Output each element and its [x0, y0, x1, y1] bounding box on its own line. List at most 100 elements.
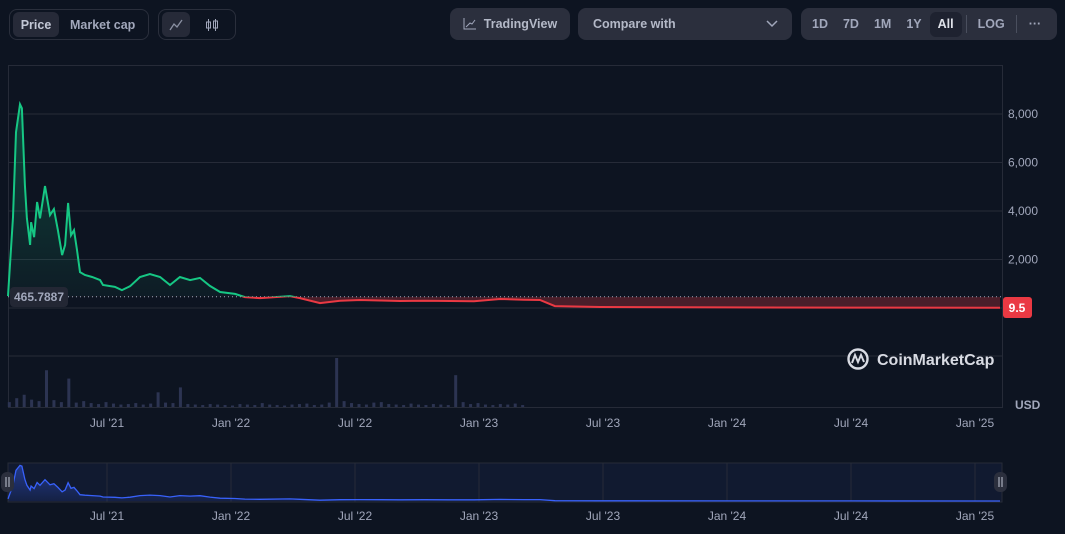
volume-bar [216, 404, 220, 407]
volume-bar [312, 405, 316, 407]
volume-bar [89, 403, 93, 407]
navigator-tick-label: Jan '24 [708, 509, 747, 523]
x-tick-label: Jul '23 [586, 416, 621, 430]
y-tick-label: 4,000 [1008, 204, 1038, 218]
volume-bar [297, 404, 301, 407]
y-tick-label: 2,000 [1008, 253, 1038, 267]
volume-bar [74, 402, 78, 407]
volume-bar [231, 405, 234, 407]
volume-bar [327, 402, 331, 407]
volume-bar [82, 401, 86, 407]
navigator-tick-label: Jul '21 [90, 509, 125, 523]
volume-bar [149, 403, 153, 407]
volume-bar [104, 402, 108, 407]
navigator-tick-label: Jul '24 [834, 509, 869, 523]
volume-bars [7, 358, 525, 407]
volume-bar [498, 404, 502, 407]
volume-bar [379, 402, 383, 407]
volume-bar [111, 403, 115, 407]
volume-bar [141, 404, 145, 407]
volume-bar [506, 404, 510, 407]
volume-bar [126, 404, 130, 407]
volume-bar [260, 403, 264, 407]
volume-bar [290, 404, 294, 407]
x-tick-label: Jan '22 [212, 416, 251, 430]
volume-bar [469, 404, 473, 407]
volume-bar [223, 405, 227, 407]
volume-bar [409, 403, 413, 407]
x-tick-label: Jul '21 [90, 416, 125, 430]
volume-bar [491, 405, 495, 407]
volume-bar [320, 404, 324, 407]
volume-bar [7, 402, 11, 407]
volume-bar [446, 405, 450, 407]
volume-bar [364, 404, 368, 407]
volume-bar [394, 404, 398, 407]
baseline-value: 465.7887 [14, 290, 64, 304]
range-navigator[interactable]: Jul '21 Jan '22 Jul '22 Jan '23 Jul '23 Jan '… [1, 462, 1007, 523]
navigator-tick-label: Jan '22 [212, 509, 251, 523]
volume-bar [357, 404, 361, 407]
volume-bar [424, 405, 428, 407]
y-tick-label: 8,000 [1008, 107, 1038, 121]
volume-bar [37, 401, 41, 407]
volume-bar [134, 403, 138, 407]
volume-bar [45, 370, 48, 407]
volume-bar [245, 404, 249, 407]
volume-bar [268, 404, 272, 407]
current-price-value: 9.5 [1009, 301, 1026, 315]
current-price-label: 9.5 [1003, 297, 1032, 318]
coinmarketcap-logo-icon [847, 348, 869, 370]
volume-bar [513, 403, 517, 407]
x-tick-label: Jan '25 [956, 416, 995, 430]
grid-lines [8, 113, 1002, 357]
volume-bar [387, 404, 391, 407]
volume-bar [476, 403, 480, 407]
volume-bar [186, 404, 190, 407]
x-tick-label: Jan '24 [708, 416, 747, 430]
price-area-up [8, 104, 293, 297]
volume-bar [30, 399, 34, 407]
volume-bar [402, 405, 406, 407]
volume-bar [119, 404, 123, 407]
volume-bar [52, 400, 56, 407]
volume-bar [171, 403, 175, 407]
x-tick-label: Jan '23 [460, 416, 499, 430]
watermark-text: CoinMarketCap [877, 352, 995, 369]
volume-bar [439, 404, 443, 407]
navigator-tick-label: Jul '22 [338, 509, 373, 523]
volume-bar [59, 402, 63, 407]
volume-bar [22, 394, 26, 407]
volume-bar [178, 387, 182, 407]
volume-bar [67, 378, 71, 407]
currency-label: USD [1015, 398, 1041, 412]
volume-bar [253, 405, 257, 407]
volume-bar [164, 402, 168, 407]
navigator-right-handle[interactable] [994, 472, 1007, 492]
volume-bar [335, 358, 339, 407]
x-tick-label: Jul '22 [338, 416, 373, 430]
navigator-tick-label: Jan '25 [956, 509, 995, 523]
volume-bar [372, 402, 376, 407]
x-tick-label: Jul '24 [834, 416, 869, 430]
price-chart: 2,0004,0006,0008,000 Jul '21 Jan '22 Jul '… [1, 65, 1041, 523]
baseline-label: 465.7887 [10, 287, 68, 307]
volume-bar [461, 402, 465, 407]
volume-bar [454, 375, 458, 407]
volume-bar [238, 404, 242, 407]
volume-bar [521, 405, 525, 407]
volume-bar [342, 401, 346, 407]
volume-bar [208, 404, 212, 407]
volume-bar [201, 405, 205, 407]
volume-bar [275, 405, 279, 407]
navigator-left-handle[interactable] [1, 472, 14, 492]
volume-bar [193, 404, 197, 407]
volume-bar [431, 404, 435, 407]
volume-bar [417, 404, 420, 407]
volume-bar [283, 405, 287, 407]
volume-bar [483, 404, 487, 407]
navigator-tick-label: Jan '23 [460, 509, 499, 523]
navigator-tick-label: Jul '23 [586, 509, 621, 523]
y-tick-label: 6,000 [1008, 156, 1038, 170]
volume-bar [15, 398, 19, 407]
